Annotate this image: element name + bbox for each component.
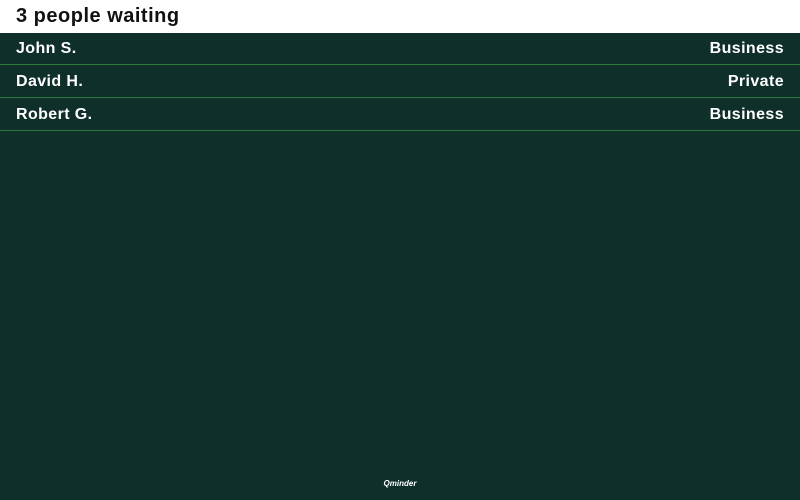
service-type: Business <box>709 105 784 123</box>
waiting-count-title: 3 people waiting <box>16 5 180 27</box>
queue-display: 3 people waiting John S. Business David … <box>0 0 800 500</box>
header: 3 people waiting <box>0 0 800 33</box>
service-type: Business <box>709 39 784 57</box>
visitor-name: David H. <box>16 72 84 90</box>
visitor-name: John S. <box>16 39 77 57</box>
queue-row: Robert G. Business <box>0 99 800 131</box>
qminder-logo: Qminder <box>383 479 417 488</box>
visitor-name: Robert G. <box>16 105 93 123</box>
queue-row: David H. Private <box>0 66 800 98</box>
queue-list: John S. Business David H. Private Robert… <box>0 33 800 131</box>
service-type: Private <box>727 72 784 90</box>
queue-row: John S. Business <box>0 33 800 65</box>
